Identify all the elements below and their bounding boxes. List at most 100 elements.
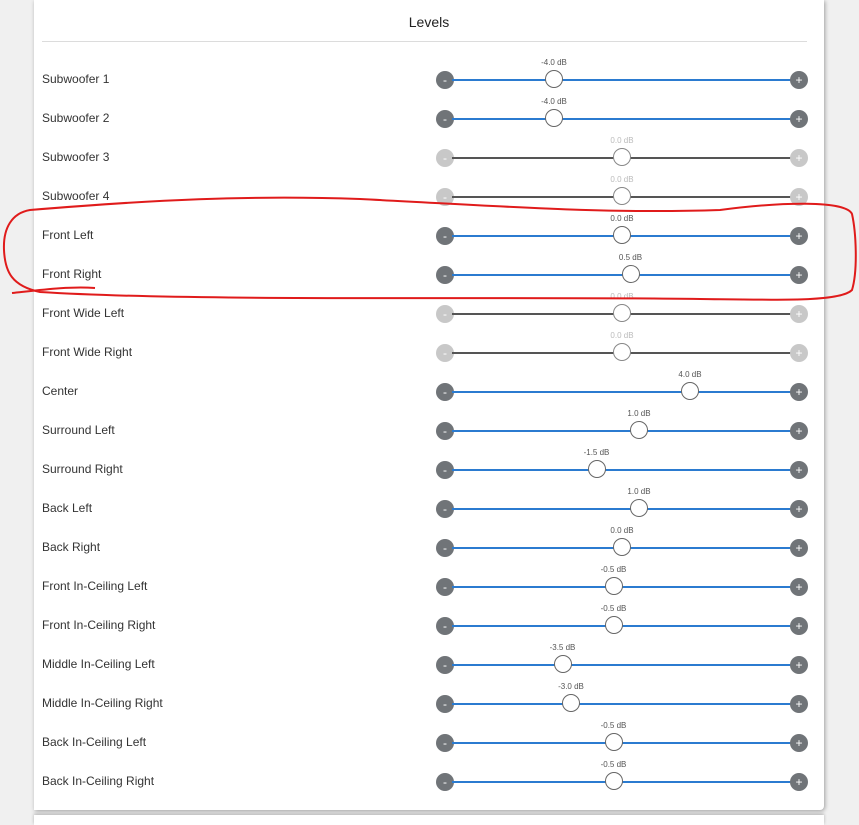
increase-button[interactable]: + (790, 656, 808, 674)
level-value: -4.0 dB (541, 97, 567, 106)
slider-track[interactable] (452, 469, 792, 471)
slider-thumb[interactable] (545, 109, 563, 127)
slider-thumb[interactable] (604, 616, 623, 634)
channel-label: Back In-Ceiling Left (42, 735, 147, 749)
slider-track[interactable] (452, 664, 792, 666)
channel-label: Middle In-Ceiling Left (42, 657, 155, 671)
level-value: 0.5 dB (618, 253, 643, 262)
slider-thumb[interactable] (587, 460, 606, 478)
level-slider[interactable]: -0.5 dB + (436, 253, 808, 284)
level-slider[interactable]: -0.0 dB + (436, 136, 808, 167)
slider-thumb[interactable] (613, 226, 631, 244)
level-slider[interactable]: -1.0 dB + (436, 409, 808, 440)
level-slider[interactable]: - -0.5 dB + (436, 721, 808, 752)
slider-thumb[interactable] (630, 421, 648, 439)
slider-track[interactable] (452, 508, 792, 510)
level-value: -3.0 dB (558, 682, 584, 691)
slider-thumb[interactable] (630, 499, 648, 517)
level-slider[interactable]: - -0.5 dB + (436, 760, 808, 791)
increase-button[interactable]: + (790, 773, 808, 791)
increase-button[interactable]: + (790, 266, 808, 284)
slider-thumb[interactable] (613, 187, 631, 205)
level-value: 0.0 dB (610, 175, 634, 184)
slider-track[interactable] (452, 79, 792, 81)
increase-button[interactable]: + (790, 500, 808, 518)
slider-thumb[interactable] (562, 694, 580, 712)
slider-track[interactable] (452, 391, 792, 393)
increase-button[interactable]: + (790, 110, 808, 128)
slider-track[interactable] (452, 703, 792, 705)
channel-label: Front Right (42, 267, 102, 281)
level-value: -0.5 dB (600, 721, 627, 730)
channel-label: Back Left (42, 501, 93, 515)
increase-button[interactable]: + (790, 305, 808, 323)
slider-thumb[interactable] (553, 655, 572, 673)
slider-thumb[interactable] (545, 70, 563, 88)
channel-label: Subwoofer 3 (42, 150, 110, 164)
increase-button[interactable]: + (790, 695, 808, 713)
channel-label: Back In-Ceiling Right (42, 774, 155, 788)
level-value: 1.0 dB (627, 409, 651, 418)
increase-button[interactable]: + (790, 617, 808, 635)
slider-thumb[interactable] (604, 577, 623, 595)
increase-button[interactable]: + (790, 422, 808, 440)
increase-button[interactable]: + (790, 344, 808, 362)
increase-button[interactable]: + (790, 383, 808, 401)
channel-label: Front In-Ceiling Left (42, 579, 148, 593)
increase-button[interactable]: + (790, 734, 808, 752)
slider-thumb[interactable] (681, 382, 699, 400)
slider-thumb[interactable] (604, 772, 623, 790)
level-slider[interactable]: - -3.5 dB + (436, 643, 808, 674)
channel-label: Front Wide Right (42, 345, 133, 359)
level-slider[interactable]: - -1.5 dB + (436, 448, 808, 479)
increase-button[interactable]: + (790, 227, 808, 245)
slider-thumb[interactable] (604, 733, 623, 751)
slider-thumb[interactable] (613, 304, 631, 322)
slider-thumb[interactable] (613, 538, 631, 556)
channel-label: Middle In-Ceiling Right (42, 696, 163, 710)
level-slider[interactable]: - -4.0 dB + (436, 58, 808, 89)
level-value: -0.5 dB (600, 565, 627, 574)
level-value: 0.0 dB (610, 136, 634, 145)
channel-list: Subwoofer 1- -4.0 dB + Subwoofer 2- -4.0 dB +… (34, 0, 824, 810)
next-panel-edge (34, 815, 824, 825)
level-slider[interactable]: - -4.0 dB + (436, 97, 808, 128)
level-slider[interactable]: -0.0 dB + (436, 175, 808, 206)
level-slider[interactable]: - -0.5 dB + (436, 565, 808, 596)
channel-label: Surround Left (42, 423, 115, 437)
level-slider[interactable]: - -3.0 dB + (436, 682, 808, 713)
channel-label: Front Wide Left (42, 306, 125, 320)
channel-label: Back Right (42, 540, 101, 554)
level-value: -0.5 dB (600, 760, 627, 769)
level-value: -3.5 dB (549, 643, 576, 652)
increase-button[interactable]: + (790, 71, 808, 89)
increase-button[interactable]: + (790, 461, 808, 479)
channel-label: Front In-Ceiling Right (42, 618, 156, 632)
slider-thumb[interactable] (613, 148, 631, 166)
level-value: -0.5 dB (600, 604, 627, 613)
level-value: -4.0 dB (541, 58, 567, 67)
level-slider[interactable]: -0.0 dB + (436, 526, 808, 557)
level-slider[interactable]: - -0.5 dB + (436, 604, 808, 635)
increase-button[interactable]: + (790, 578, 808, 596)
slider-track[interactable] (452, 118, 792, 120)
channel-label: Subwoofer 4 (42, 189, 110, 203)
increase-button[interactable]: + (790, 149, 808, 167)
level-value: -1.5 dB (583, 448, 610, 457)
level-slider[interactable]: -0.0 dB + (436, 214, 808, 245)
channel-label: Front Left (42, 228, 94, 242)
level-slider[interactable]: -1.0 dB + (436, 487, 808, 518)
level-value: 0.0 dB (610, 292, 634, 301)
level-value: 0.0 dB (610, 214, 634, 223)
channel-row: Back In-Ceiling Right - -0.5 dB + (34, 760, 824, 812)
slider-thumb[interactable] (613, 343, 631, 361)
level-slider[interactable]: -4.0 dB + (436, 370, 808, 401)
channel-label: Surround Right (42, 462, 123, 476)
channel-label: Subwoofer 1 (42, 72, 110, 86)
slider-thumb[interactable] (621, 265, 640, 283)
increase-button[interactable]: + (790, 188, 808, 206)
increase-button[interactable]: + (790, 539, 808, 557)
level-slider[interactable]: -0.0 dB + (436, 292, 808, 323)
level-slider[interactable]: -0.0 dB + (436, 331, 808, 362)
slider-track[interactable] (452, 430, 792, 432)
